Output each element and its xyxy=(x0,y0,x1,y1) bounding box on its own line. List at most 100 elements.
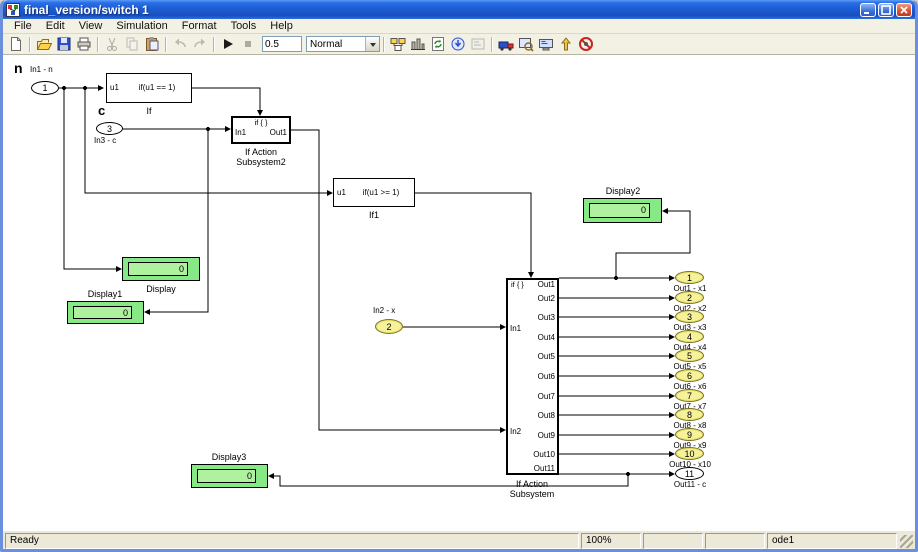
inport2-block[interactable]: 2 xyxy=(375,319,403,334)
inport1-block[interactable]: 1 xyxy=(31,81,59,95)
if-action-subsystem-label: If Action Subsystem xyxy=(452,479,612,499)
menu-tools[interactable]: Tools xyxy=(224,19,264,33)
if-action-subsystem2-block[interactable]: if { } In1 Out1 xyxy=(231,116,291,144)
target-connect-button[interactable] xyxy=(496,35,516,53)
if-action-label-line2: Subsystem xyxy=(452,489,612,499)
outport5-block[interactable]: 5 xyxy=(675,349,704,362)
stop-simulation-button[interactable] xyxy=(238,35,258,53)
print-button[interactable] xyxy=(74,35,94,53)
status-empty-panel xyxy=(705,533,765,549)
outport4-block[interactable]: 4 xyxy=(675,330,704,343)
if-action-out10-port: Out10 xyxy=(533,451,555,459)
outport1-block[interactable]: 1 xyxy=(675,271,704,284)
cut-button[interactable] xyxy=(102,35,122,53)
if-action2-in1-port: In1 xyxy=(235,129,246,137)
save-button[interactable] xyxy=(54,35,74,53)
menu-view[interactable]: View xyxy=(72,19,110,33)
model-explorer-button[interactable] xyxy=(536,35,556,53)
if1-block[interactable]: u1 if(u1 >= 1) xyxy=(333,178,415,207)
inport2-number: 2 xyxy=(386,322,391,332)
solver-name: ode1 xyxy=(767,533,897,549)
close-button[interactable] xyxy=(896,3,912,17)
model-browser-button[interactable] xyxy=(408,35,428,53)
simulink-app-icon xyxy=(6,3,20,17)
redo-button[interactable] xyxy=(190,35,210,53)
inport3-name-label: In3 - c xyxy=(94,137,116,145)
diagram-canvas[interactable]: n In1 - n c In3 - c In2 - x 1 3 2 u1 if(… xyxy=(3,55,915,531)
outport2-number: 2 xyxy=(687,293,692,303)
if-action-out1-port: Out1 xyxy=(538,281,555,289)
if-action-out9-port: Out9 xyxy=(538,432,555,440)
display1-block[interactable]: 0 xyxy=(67,301,144,324)
minimize-button[interactable] xyxy=(860,3,876,17)
sim-mode-value: Normal xyxy=(307,39,365,50)
if1-block-expression: if(u1 >= 1) xyxy=(352,189,410,197)
outport2-block[interactable]: 2 xyxy=(675,291,704,304)
copy-button[interactable] xyxy=(122,35,142,53)
if-action-out3-port: Out3 xyxy=(538,314,555,322)
status-text: Ready xyxy=(5,533,579,549)
combo-dropdown-icon[interactable] xyxy=(365,37,379,51)
outport11-number: 11 xyxy=(685,469,694,479)
if-block[interactable]: u1 if(u1 == 1) xyxy=(106,73,192,103)
update-diagram-button[interactable] xyxy=(428,35,448,53)
if-action-label-line1: If Action xyxy=(452,479,612,489)
if1-block-label: If1 xyxy=(294,210,454,220)
simulation-diagnostics-button[interactable] xyxy=(516,35,536,53)
outport8-block[interactable]: 8 xyxy=(675,408,704,421)
if-action-out4-port: Out4 xyxy=(538,334,555,342)
outport11-block[interactable]: 11 xyxy=(675,467,704,480)
if-action2-label-line1: If Action xyxy=(181,147,341,157)
new-model-button[interactable] xyxy=(6,35,26,53)
outport3-block[interactable]: 3 xyxy=(675,310,704,323)
window-title: final_version/switch 1 xyxy=(24,3,860,17)
undo-button[interactable] xyxy=(170,35,190,53)
outport10-number: 10 xyxy=(684,449,694,459)
display2-block[interactable]: 0 xyxy=(583,198,662,223)
display-value: 0 xyxy=(128,262,188,276)
display2-label: Display2 xyxy=(543,186,703,196)
outport6-block[interactable]: 6 xyxy=(675,369,704,382)
outport5-number: 5 xyxy=(687,351,692,361)
outport10-block[interactable]: 10 xyxy=(675,447,704,460)
sim-mode-select[interactable]: Normal xyxy=(306,36,380,52)
start-simulation-button[interactable] xyxy=(218,35,238,53)
paste-button[interactable] xyxy=(142,35,162,53)
if-action-subsystem-block[interactable]: if { } In1 In2 Out1 Out2 Out3 Out4 Out5 … xyxy=(506,278,559,475)
menu-file[interactable]: File xyxy=(7,19,39,33)
simulink-window: final_version/switch 1 File Edit View Si… xyxy=(0,0,918,552)
if-action-out2-port: Out2 xyxy=(538,295,555,303)
menu-help[interactable]: Help xyxy=(263,19,300,33)
outport7-block[interactable]: 7 xyxy=(675,389,704,402)
outport9-block[interactable]: 9 xyxy=(675,428,704,441)
titlebar[interactable]: final_version/switch 1 xyxy=(3,0,915,19)
if-action-in2-port: In2 xyxy=(510,428,521,436)
if-block-label: If xyxy=(69,106,229,116)
stop-time-input[interactable] xyxy=(262,36,302,52)
outport7-number: 7 xyxy=(687,391,692,401)
if-block-expression: if(u1 == 1) xyxy=(127,84,187,92)
menu-simulation[interactable]: Simulation xyxy=(109,19,174,33)
display1-value: 0 xyxy=(73,306,132,319)
highlight-off-button[interactable] xyxy=(576,35,596,53)
maximize-button[interactable] xyxy=(878,3,894,17)
display-block[interactable]: 0 xyxy=(122,257,200,281)
status-empty-panel xyxy=(643,533,703,549)
open-model-button[interactable] xyxy=(34,35,54,53)
build-button[interactable] xyxy=(448,35,468,53)
if-action-out11-port: Out11 xyxy=(534,465,555,473)
display2-value: 0 xyxy=(589,203,650,218)
display3-block[interactable]: 0 xyxy=(191,464,268,488)
library-browser-button[interactable] xyxy=(388,35,408,53)
outport6-number: 6 xyxy=(687,371,692,381)
resize-grip[interactable] xyxy=(900,535,913,548)
inport3-block[interactable]: 3 xyxy=(96,122,123,135)
menubar: File Edit View Simulation Format Tools H… xyxy=(3,19,915,34)
menu-format[interactable]: Format xyxy=(175,19,224,33)
menu-edit[interactable]: Edit xyxy=(39,19,72,33)
toolbar-separator xyxy=(213,37,215,52)
inport1-name-label: In1 - n xyxy=(30,66,53,74)
console-button[interactable] xyxy=(468,35,488,53)
toolbar-separator xyxy=(491,37,493,52)
parent-system-button[interactable] xyxy=(556,35,576,53)
